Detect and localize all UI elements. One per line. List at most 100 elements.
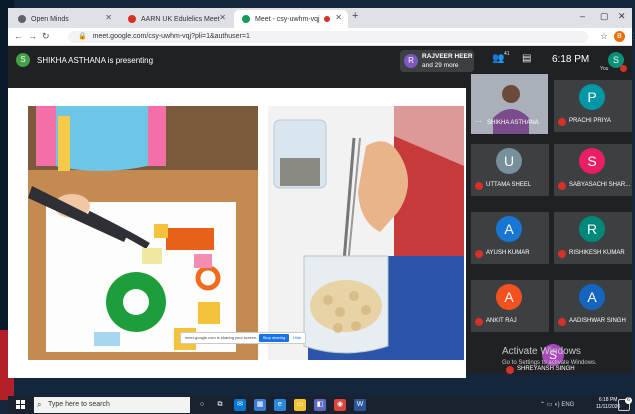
hide-notice-button[interactable]: Hide [293, 333, 301, 343]
participant-tile[interactable]: S SABYASACHI SHAR... [554, 144, 632, 196]
url-field[interactable]: 🔒 meet.google.com/csy-uwhm-vqj?pli=1&aut… [68, 31, 588, 43]
presenter-tile-name: SHIKHA ASTHANA [487, 120, 539, 126]
participant-tile[interactable]: P PRACHI PRIYA [554, 80, 632, 132]
new-tab-button[interactable]: + [352, 10, 358, 22]
presenter-video-tile[interactable]: ⋯ SHIKHA ASTHANA [471, 74, 548, 134]
tweezers-activity-photo [268, 106, 464, 360]
participant-name: SABYASACHI SHAR... [569, 182, 631, 188]
system-tray-icons[interactable]: ⌃ ▭ ◖) ENG [540, 401, 574, 408]
participant-pill-avatar: R [404, 54, 418, 68]
tweezers-activity-illustration [268, 106, 464, 360]
participant-tile[interactable]: A AADISHWAR SINGH [554, 280, 632, 332]
mic-muted-icon [558, 118, 566, 126]
notification-count-badge: 6 [625, 397, 632, 404]
tab-meet-active[interactable]: Meet - csy-uwhm-vqj ✕ [234, 10, 348, 28]
mic-muted-icon [558, 318, 566, 326]
self-label: You [600, 66, 609, 72]
shared-presentation: meet.google.com is sharing your screen. … [8, 88, 466, 378]
meeting-clock: 6:18 PM [552, 54, 590, 65]
tab-aarn-meet[interactable]: AARN UK Edulelics Meet ✕ [120, 10, 232, 28]
tab-title: Meet - csy-uwhm-vqj [255, 15, 320, 23]
mic-muted-icon [475, 250, 483, 258]
participant-avatar: S [579, 148, 605, 174]
close-window-button[interactable]: ✕ [618, 11, 626, 22]
chat-icon[interactable]: ▤ [522, 53, 531, 64]
browser-address-bar: ← → ↻ 🔒 meet.google.com/csy-uwhm-vqj?pli… [8, 28, 635, 46]
participant-count: 41 [504, 51, 510, 57]
participant-avatar: U [496, 148, 522, 174]
participant-avatar: A [496, 284, 522, 310]
participant-pill-name: RAJVEER HEER [422, 53, 473, 60]
taskbar-search-box[interactable]: ⌕ Type here to search [34, 397, 190, 413]
participant-tile[interactable]: R RISHIKESH KUMAR [554, 212, 632, 264]
participant-name: UTTAMA SHEEL [486, 182, 532, 188]
mic-muted-icon [475, 318, 483, 326]
cortana-icon[interactable]: ○ [196, 399, 208, 411]
mic-muted-icon [506, 366, 514, 374]
tab-title: AARN UK Edulelics Meet [141, 15, 220, 23]
taskbar-search-placeholder: Type here to search [48, 401, 110, 408]
aarn-favicon-icon [128, 15, 136, 23]
participant-name: ANKIT RAJ [486, 318, 517, 324]
mail-icon[interactable]: ✉ [234, 399, 246, 411]
edge-icon[interactable]: e [274, 399, 286, 411]
mic-muted-icon [475, 182, 483, 190]
participant-name: RISHIKESH KUMAR [569, 250, 625, 256]
minimize-button[interactable]: – [580, 11, 585, 21]
screen-frame: Open Minds ✕ AARN UK Edulelics Meet ✕ Me… [0, 0, 635, 414]
chrome-icon[interactable]: ◉ [334, 399, 346, 411]
tab-open-minds[interactable]: Open Minds ✕ [10, 10, 118, 28]
meet-favicon-icon [242, 15, 250, 23]
tab-title: Open Minds [31, 15, 69, 23]
close-tab-icon[interactable]: ✕ [105, 13, 112, 22]
file-explorer-icon[interactable]: ▭ [294, 399, 306, 411]
forward-arrow-icon[interactable]: → [28, 31, 37, 41]
activate-windows-title: Activate Windows [502, 346, 581, 357]
recording-dot-icon [324, 16, 330, 22]
word-icon[interactable]: W [354, 399, 366, 411]
participant-tile[interactable]: U UTTAMA SHEEL [471, 144, 549, 196]
activate-windows-subtitle: Go to Settings to activate Windows. [502, 360, 597, 366]
profile-avatar[interactable]: B [614, 31, 625, 42]
participant-avatar: R [579, 216, 605, 242]
close-tab-icon[interactable]: ✕ [335, 13, 342, 22]
participant-tile[interactable]: A ANKIT RAJ [471, 280, 549, 332]
presenting-banner: S SHIKHA ASTHANA is presenting [16, 52, 153, 68]
participant-tile[interactable]: A AYUSH KUMAR [471, 212, 549, 264]
self-mic-muted-icon[interactable] [620, 65, 627, 72]
participant-pill-more: and 29 more [422, 62, 459, 69]
mic-muted-icon [558, 250, 566, 258]
open-minds-favicon-icon [18, 15, 26, 23]
participant-name: AADISHWAR SINGH [569, 318, 626, 324]
bookmark-star-icon[interactable]: ☆ [600, 31, 608, 42]
photos-icon[interactable]: ▦ [254, 399, 266, 411]
taskbar-time: 6:18 PM [598, 397, 618, 403]
task-view-icon[interactable]: ⧉ [214, 399, 226, 411]
taskbar-clock[interactable]: 6:18 PM 11/11/2020 [596, 397, 620, 411]
url-text: meet.google.com/csy-uwhm-vqj?pli=1&authu… [92, 33, 250, 40]
participant-avatar: A [496, 216, 522, 242]
participant-name: PRACHI PRIYA [569, 118, 611, 124]
back-arrow-icon[interactable]: ← [14, 31, 23, 41]
stop-sharing-button[interactable]: Stop sharing [259, 334, 289, 342]
browser-tab-strip: Open Minds ✕ AARN UK Edulelics Meet ✕ Me… [8, 8, 632, 28]
participant-avatar: P [579, 84, 605, 110]
search-icon: ⌕ [37, 400, 42, 409]
share-notice-text: meet.google.com is sharing your screen. [185, 335, 258, 340]
participant-avatar: A [579, 284, 605, 310]
mic-muted-icon [558, 182, 566, 190]
presenting-text: SHIKHA ASTHANA is presenting [37, 55, 154, 65]
browser-menu-icon[interactable]: ⋮ [629, 31, 635, 42]
participant-name: AYUSH KUMAR [486, 250, 530, 256]
tongs-activity-illustration [28, 106, 258, 360]
presenter-more-icon[interactable]: ⋯ [475, 118, 482, 126]
windows-start-icon[interactable] [16, 400, 26, 410]
participant-pill[interactable]: R RAJVEER HEER and 29 more [400, 50, 474, 72]
taskbar-date: 11/11/2020 [596, 404, 621, 410]
close-tab-icon[interactable]: ✕ [219, 13, 226, 22]
presenter-avatar: S [16, 53, 30, 67]
store-icon[interactable]: ◧ [314, 399, 326, 411]
maximize-button[interactable]: ▢ [600, 11, 609, 22]
reload-icon[interactable]: ↻ [42, 31, 50, 42]
people-icon[interactable]: 👥 [492, 53, 504, 64]
